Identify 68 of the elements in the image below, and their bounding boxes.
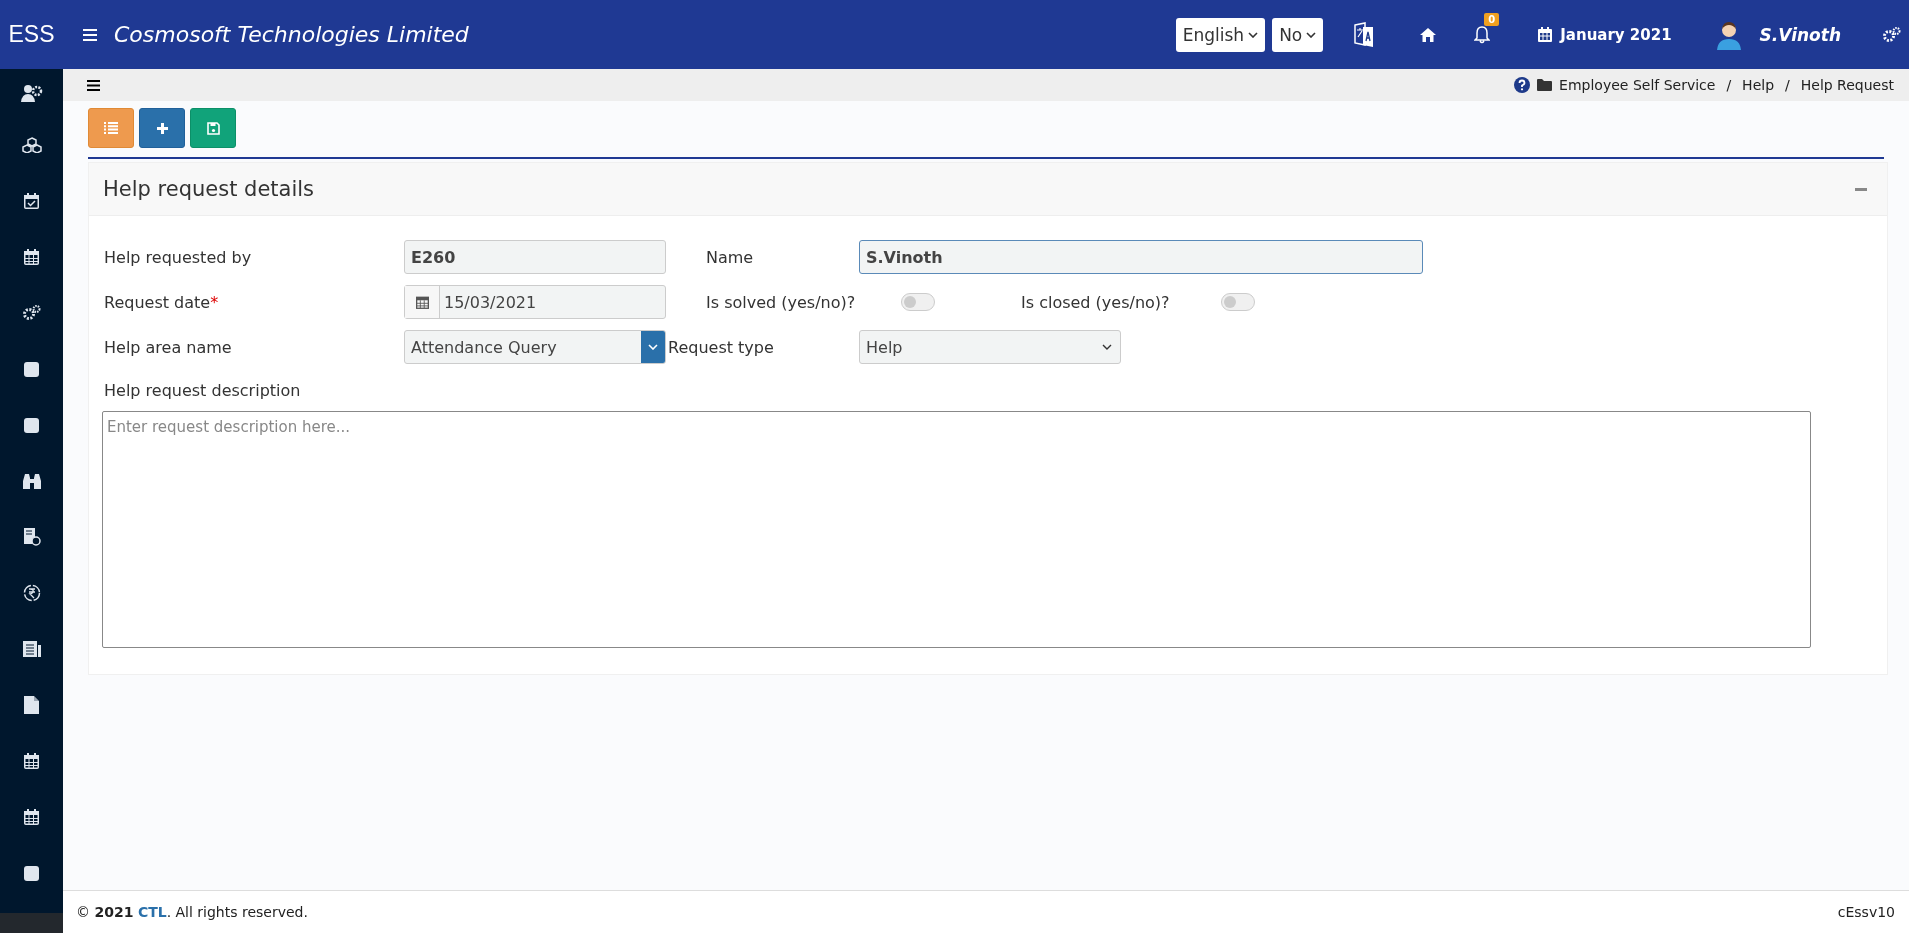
document-lines-icon[interactable]: [22, 641, 41, 657]
bell-icon[interactable]: [1474, 25, 1491, 44]
app-name: ESS: [7, 21, 56, 48]
field-label: Request type: [667, 337, 775, 357]
panel-title: Help request details: [103, 177, 314, 201]
field-label: Is solved (yes/no)?: [706, 292, 857, 312]
square-icon[interactable]: [24, 865, 39, 881]
calendar-icon: [1538, 27, 1553, 42]
notification-badge: 0: [1484, 12, 1500, 26]
gears-icon[interactable]: [22, 305, 41, 321]
field-label: Is closed (yes/no)?: [1021, 292, 1171, 312]
description-field[interactable]: Enter request description here...: [102, 411, 1811, 648]
input-field[interactable]: E260: [404, 240, 666, 274]
language-select[interactable]: English: [1175, 17, 1266, 52]
version-label: cEssv10: [1837, 904, 1895, 920]
dropdown[interactable]: Attendance Query: [404, 330, 666, 364]
breadcrumb-item[interactable]: Employee Self Service: [1559, 77, 1716, 93]
breadcrumb-separator: /: [1726, 77, 1732, 93]
user-name[interactable]: S.Vinoth: [1759, 24, 1841, 45]
calendar-icon[interactable]: [24, 249, 39, 265]
square-icon[interactable]: [24, 417, 39, 433]
company-name: Cosmosoft Technologies Limited: [114, 22, 469, 47]
input-field[interactable]: S.Vinoth: [859, 240, 1423, 274]
breadcrumb-item: Help Request: [1800, 77, 1894, 93]
minus-icon: [1855, 187, 1867, 191]
toggle-switch[interactable]: [901, 293, 935, 311]
help-icon[interactable]: [1514, 77, 1531, 93]
field-label: Name: [705, 247, 755, 267]
menu-icon[interactable]: [87, 79, 100, 91]
folder-icon: [1537, 79, 1553, 91]
settings-icon[interactable]: [1883, 26, 1901, 43]
breadcrumb-separator: /: [1785, 77, 1790, 93]
sidebar-footer: [0, 913, 63, 933]
calendar-icon: [415, 295, 429, 309]
add-button[interactable]: [139, 108, 185, 148]
field-label: Help request description: [103, 381, 302, 400]
calendar-icon[interactable]: [24, 753, 39, 769]
user-avatar-icon[interactable]: [1715, 19, 1742, 50]
list-button[interactable]: [88, 108, 134, 148]
plus-icon: [156, 122, 168, 134]
copyright-text: © 2021 CTL. All rights reserved.: [76, 904, 308, 920]
period-label[interactable]: January 2021: [1560, 25, 1672, 44]
home-icon[interactable]: [1420, 27, 1437, 42]
chevron-down-icon: [1306, 31, 1317, 38]
field-label: Help area name: [103, 337, 233, 357]
field-label: Help requested by: [103, 247, 253, 267]
save-button[interactable]: [190, 108, 236, 148]
list-icon: [104, 122, 118, 134]
document-badge-icon[interactable]: [22, 528, 41, 546]
binoculars-icon[interactable]: [22, 473, 41, 489]
chevron-down-icon: [1248, 31, 1259, 38]
cubes-icon[interactable]: [21, 137, 42, 153]
calendar-check-icon[interactable]: [24, 193, 39, 209]
toggle-switch[interactable]: [1221, 293, 1255, 311]
menu-icon[interactable]: [83, 28, 97, 41]
date-field[interactable]: 15/03/2021: [404, 285, 666, 319]
document-icon[interactable]: [24, 696, 39, 714]
caret-icon: [1102, 344, 1112, 350]
square-icon[interactable]: [24, 361, 39, 377]
breadcrumb-item[interactable]: Help: [1742, 77, 1775, 93]
users-icon[interactable]: [19, 82, 44, 104]
company-link[interactable]: CTL: [137, 904, 167, 920]
calendar-icon[interactable]: [24, 809, 39, 825]
field-label: Request date*: [103, 292, 220, 312]
rupee-icon[interactable]: [22, 584, 41, 602]
option-select[interactable]: No: [1272, 17, 1324, 52]
caret-icon: [648, 344, 658, 350]
dropdown[interactable]: Help: [859, 330, 1121, 364]
